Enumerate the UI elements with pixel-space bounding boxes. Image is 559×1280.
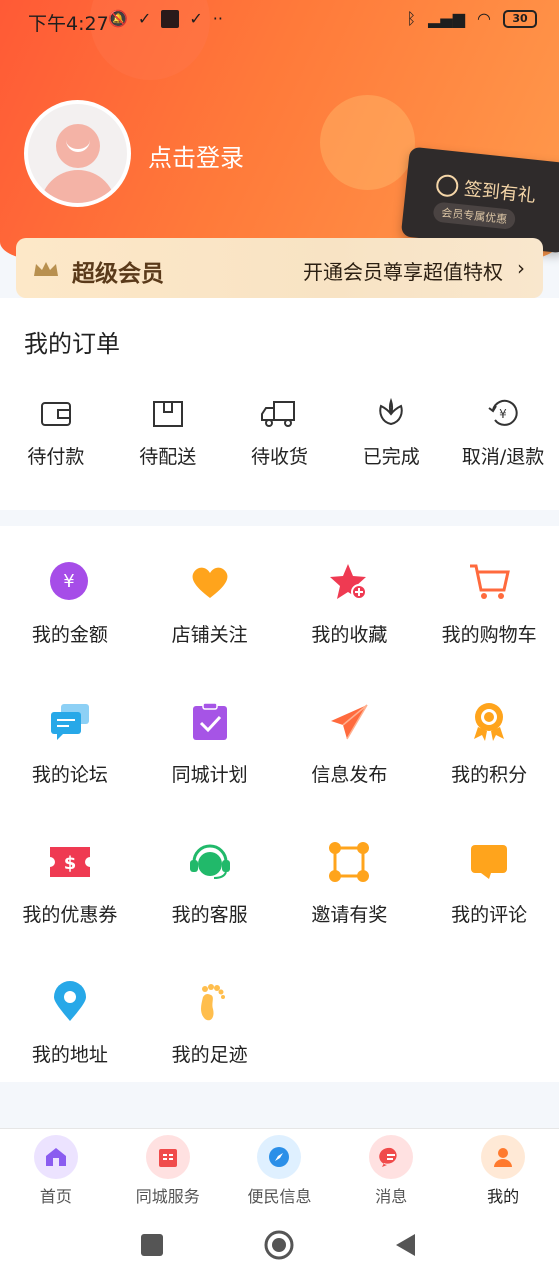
signin-subtitle: 会员专属优惠 — [432, 201, 517, 230]
order-completed[interactable]: 已完成 — [335, 398, 447, 469]
recent-apps-icon[interactable] — [139, 1232, 165, 1258]
header-decoration — [320, 95, 415, 190]
bottom-tab-bar: 首页 同城服务 便民信息 消息 我的 — [0, 1128, 559, 1208]
order-cancel-refund[interactable]: ¥ 取消/退款 — [447, 398, 559, 469]
system-icons: ᛒ ▂▄▆ ◠ 30 — [406, 9, 537, 28]
tab-local-info[interactable]: 便民信息 — [224, 1129, 336, 1208]
app-icon — [161, 9, 180, 28]
service-cart[interactable]: 我的购物车 — [419, 554, 559, 694]
vip-promo: 开通会员尊享超值特权 — [303, 260, 503, 284]
services-grid: ¥ 我的金额 店铺关注 我的收藏 我的购物车 我的论坛 同城计划 信息发布 我的… — [0, 554, 559, 1114]
chat-icon — [48, 700, 92, 744]
order-status-row: 待付款 待配送 待收货 已完成 ¥ 取消/退款 — [0, 398, 559, 469]
status-bar: 下午4:27 🔕 ✓ ✓ ·· ᛒ ▂▄▆ ◠ 30 — [0, 0, 559, 42]
service-points[interactable]: 我的积分 — [419, 694, 559, 834]
package-icon — [152, 401, 183, 427]
svg-text:$: $ — [64, 853, 77, 874]
login-link[interactable]: 点击登录 — [148, 138, 244, 173]
vip-label: 超级会员 — [72, 261, 164, 287]
location-icon — [48, 980, 92, 1024]
service-post-info[interactable]: 信息发布 — [280, 694, 420, 834]
orders-card: 我的订单 待付款 待配送 待收货 已完成 ¥ 取消/退款 — [0, 298, 559, 510]
check-icon: ✓ — [189, 9, 203, 28]
notification-icons: 🔕 ✓ ✓ ·· — [108, 9, 223, 28]
back-icon[interactable] — [393, 1232, 419, 1258]
profile-page: 下午4:27 🔕 ✓ ✓ ·· ᛒ ▂▄▆ ◠ 30 点击登录 签到有礼 会员专… — [0, 0, 559, 1280]
service-comments[interactable]: 我的评论 — [419, 834, 559, 974]
network-icon — [327, 840, 371, 884]
service-addresses[interactable]: 我的地址 — [0, 974, 140, 1114]
signal-icon: ▂▄▆ — [428, 9, 466, 28]
wifi-icon: ◠ — [477, 9, 491, 28]
chevron-right-icon: › — [517, 256, 525, 280]
truck-icon — [261, 401, 296, 427]
crown-icon — [34, 262, 58, 276]
user-icon — [481, 1135, 526, 1179]
service-balance[interactable]: ¥ 我的金额 — [0, 554, 140, 694]
mute-icon: 🔕 — [108, 9, 128, 28]
clipboard-icon — [188, 700, 232, 744]
check-icon: ✓ — [137, 9, 152, 28]
tab-mine[interactable]: 我的 — [447, 1129, 559, 1208]
yen-icon: ¥ — [48, 560, 92, 604]
cart-icon — [467, 560, 511, 604]
system-navigation-bar — [0, 1208, 559, 1280]
message-icon — [369, 1135, 414, 1179]
order-pending-receipt[interactable]: 待收货 — [224, 398, 336, 469]
vip-banner[interactable]: 超级会员 开通会员尊享超值特权 › — [16, 238, 543, 298]
order-pending-delivery[interactable]: 待配送 — [112, 398, 224, 469]
building-icon — [145, 1135, 190, 1179]
status-time: 下午4:27 — [28, 13, 109, 35]
flower-icon — [379, 398, 403, 426]
service-coupons[interactable]: $ 我的优惠券 — [0, 834, 140, 974]
footprint-icon — [188, 980, 232, 1024]
star-icon — [327, 560, 371, 604]
order-pending-payment[interactable]: 待付款 — [0, 398, 112, 469]
more-icon: ·· — [212, 9, 223, 28]
paper-plane-icon — [327, 700, 371, 744]
medal-icon — [467, 700, 511, 744]
svg-text:¥: ¥ — [499, 407, 507, 421]
services-card: ¥ 我的金额 店铺关注 我的收藏 我的购物车 我的论坛 同城计划 信息发布 我的… — [0, 526, 559, 1082]
tab-home[interactable]: 首页 — [0, 1129, 112, 1208]
compass-icon — [257, 1135, 302, 1179]
avatar[interactable] — [24, 100, 131, 207]
headset-icon — [188, 840, 232, 884]
battery-icon: 30 — [503, 9, 537, 28]
wallet-icon — [40, 402, 71, 426]
heart-icon — [188, 560, 232, 604]
coupon-icon: $ — [48, 840, 92, 884]
svg-text:¥: ¥ — [63, 571, 74, 592]
service-favorites[interactable]: 我的收藏 — [280, 554, 420, 694]
service-customer-support[interactable]: 我的客服 — [140, 834, 280, 974]
home-icon — [33, 1135, 78, 1179]
comment-icon — [467, 840, 511, 884]
service-forum[interactable]: 我的论坛 — [0, 694, 140, 834]
bluetooth-icon: ᛒ — [406, 9, 417, 28]
service-city-plan[interactable]: 同城计划 — [140, 694, 280, 834]
service-followed-shops[interactable]: 店铺关注 — [140, 554, 280, 694]
refund-icon: ¥ — [488, 399, 518, 426]
tab-messages[interactable]: 消息 — [335, 1129, 447, 1208]
home-button-icon[interactable] — [264, 1230, 294, 1260]
tab-city-services[interactable]: 同城服务 — [112, 1129, 224, 1208]
orders-title: 我的订单 — [24, 330, 120, 358]
gift-icon — [435, 173, 460, 198]
service-invite-rewards[interactable]: 邀请有奖 — [280, 834, 420, 974]
service-footprints[interactable]: 我的足迹 — [140, 974, 280, 1114]
